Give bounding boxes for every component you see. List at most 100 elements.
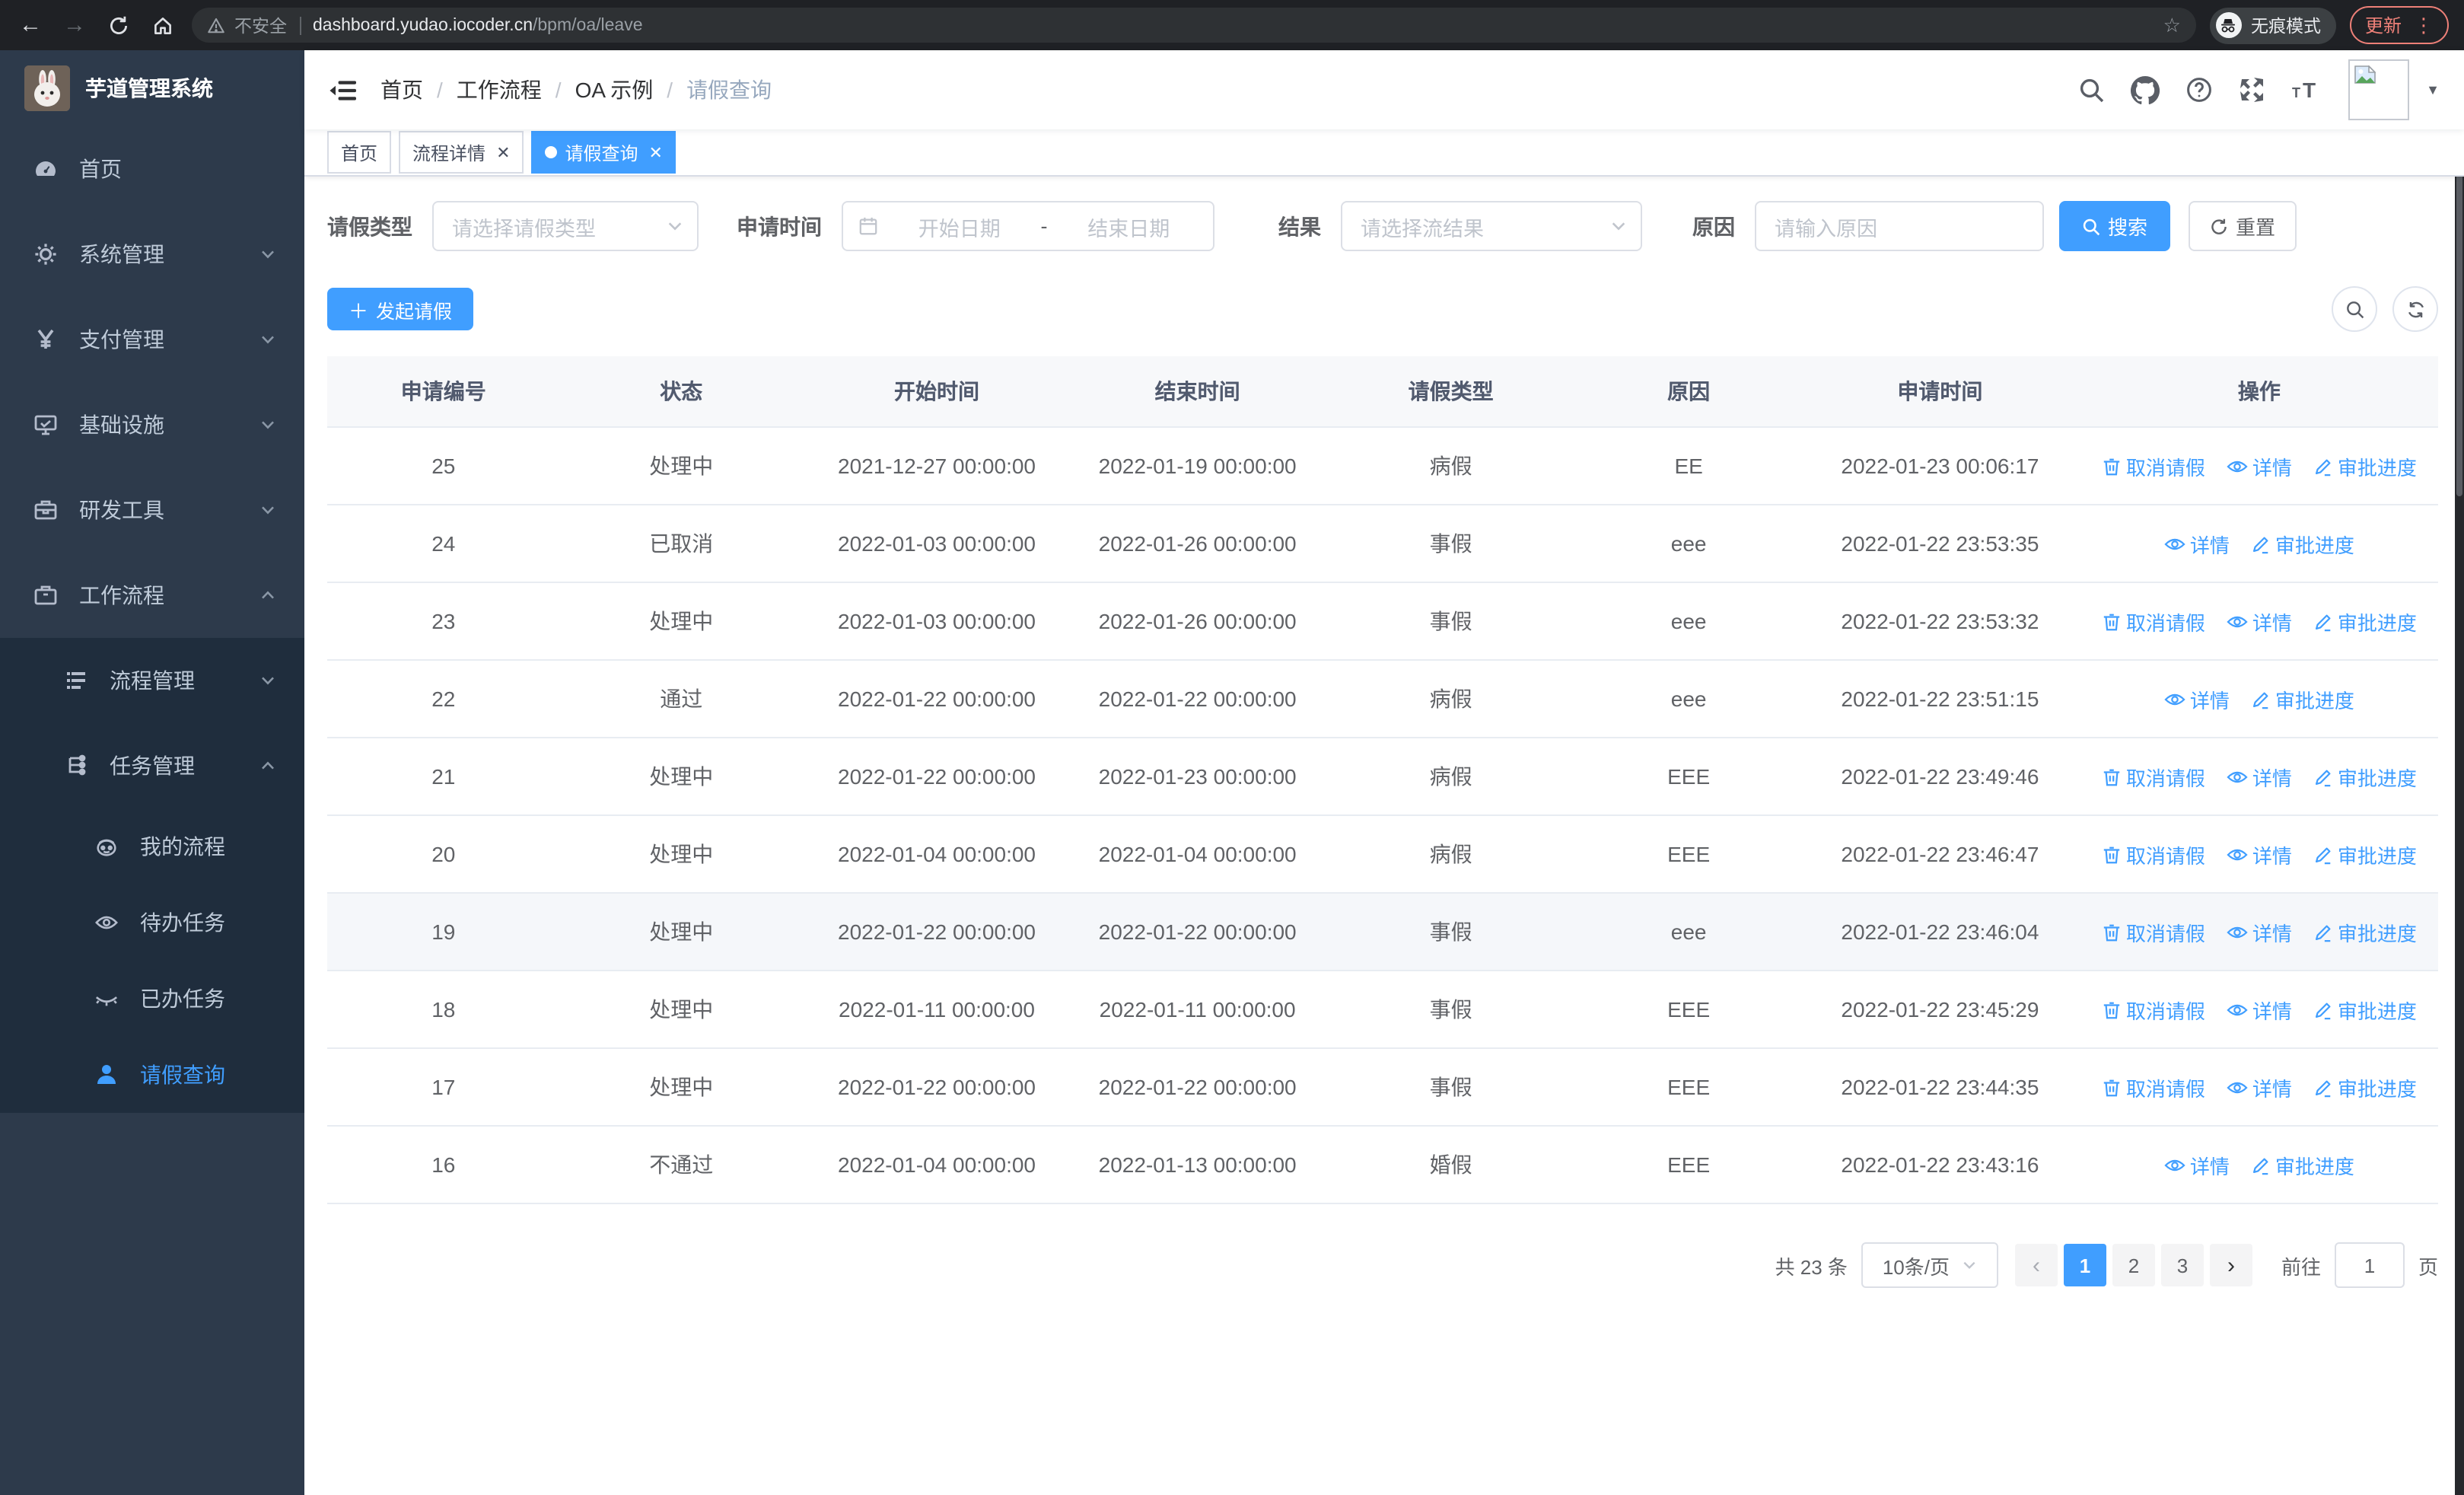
sidebar-item-我的流程[interactable]: 我的流程 <box>0 808 304 885</box>
sidebar-item-请假查询[interactable]: 请假查询 <box>0 1037 304 1113</box>
browser-back-icon[interactable]: ← <box>15 12 46 38</box>
action-cancel-link[interactable]: 取消请假 <box>2102 451 2205 480</box>
page-button-1[interactable]: 1 <box>2063 1244 2106 1286</box>
font-size-icon[interactable]: TT <box>2292 78 2322 102</box>
browser-forward-icon[interactable]: → <box>59 12 90 38</box>
action-progress-link[interactable]: 审批进度 <box>2313 607 2417 636</box>
action-cancel-link[interactable]: 取消请假 <box>2102 840 2205 869</box>
sidebar-item-任务管理[interactable]: 任务管理 <box>0 723 304 808</box>
action-cancel-link[interactable]: 取消请假 <box>2102 995 2205 1024</box>
breadcrumb-item[interactable]: 首页 <box>380 75 423 105</box>
next-page-button[interactable]: › <box>2209 1244 2252 1286</box>
broken-image-icon <box>2354 65 2376 84</box>
search-icon[interactable] <box>2077 76 2105 104</box>
sidebar-item-工作流程[interactable]: 工作流程 <box>0 553 304 638</box>
chevron-up-icon <box>259 586 277 604</box>
sidebar-item-支付管理[interactable]: 支付管理 <box>0 297 304 382</box>
hamburger-icon[interactable] <box>329 78 356 101</box>
action-detail-link[interactable]: 详情 <box>2227 451 2292 480</box>
action-cancel-link[interactable]: 取消请假 <box>2102 917 2205 946</box>
browser-menu-icon[interactable]: ⋮ <box>2414 13 2434 37</box>
action-detail-link[interactable]: 详情 <box>2227 762 2292 791</box>
trash-icon <box>2102 611 2122 631</box>
address-bar[interactable]: 不安全 dashboard.yudao.iocoder.cn/bpm/oa/le… <box>192 8 2196 43</box>
page-button-3[interactable]: 3 <box>2160 1244 2204 1286</box>
sidebar-logo-row[interactable]: 芋道管理系统 <box>0 50 304 126</box>
github-icon[interactable] <box>2131 75 2160 104</box>
action-cancel-link[interactable]: 取消请假 <box>2102 607 2205 636</box>
help-icon[interactable] <box>2185 76 2213 104</box>
browser-update-button[interactable]: 更新 ⋮ <box>2349 6 2449 44</box>
chevron-down-icon <box>259 330 277 349</box>
action-detail-link[interactable]: 详情 <box>2227 995 2292 1024</box>
pagination-jump-input[interactable]: 1 <box>2334 1242 2405 1288</box>
reason-input[interactable]: 请输入原因 <box>1755 201 2044 251</box>
caret-down-icon[interactable]: ▼ <box>2426 82 2440 97</box>
refresh-table-button[interactable] <box>2392 286 2438 332</box>
chevron-down-icon <box>667 218 683 234</box>
action-detail-link[interactable]: 详情 <box>2164 684 2230 713</box>
sidebar-item-流程管理[interactable]: 流程管理 <box>0 638 304 723</box>
show-search-button[interactable] <box>2332 286 2377 332</box>
tag-流程详情[interactable]: 流程详情 ✕ <box>399 131 524 174</box>
edit-icon <box>2313 1077 2333 1097</box>
action-progress-link[interactable]: 审批进度 <box>2251 1150 2354 1179</box>
page-size-select[interactable]: 10条/页 <box>1861 1242 1998 1288</box>
sidebar: 芋道管理系统 首页 系统管理 支付管理 基础设施 研发工具 工作流程 流程管理 任务管理 我的流… <box>0 50 304 1495</box>
action-progress-link[interactable]: 审批进度 <box>2313 762 2417 791</box>
browser-scrollbar[interactable] <box>2455 50 2464 1495</box>
action-cancel-link[interactable]: 取消请假 <box>2102 762 2205 791</box>
reset-button[interactable]: 重置 <box>2189 201 2297 251</box>
page-button-2[interactable]: 2 <box>2112 1244 2155 1286</box>
result-select[interactable]: 请选择流结果 <box>1341 201 1642 251</box>
cell-reason: EEE <box>1577 738 1800 816</box>
avatar[interactable] <box>2348 59 2410 120</box>
cell-id: 22 <box>327 660 560 738</box>
close-icon[interactable]: ✕ <box>496 142 510 162</box>
action-progress-link[interactable]: 审批进度 <box>2313 995 2417 1024</box>
close-icon[interactable]: ✕ <box>649 142 663 162</box>
create-leave-button[interactable]: ＋ 发起请假 <box>327 288 474 330</box>
cell-reason: eee <box>1577 582 1800 661</box>
action-cancel-link[interactable]: 取消请假 <box>2102 1073 2205 1101</box>
action-progress-link[interactable]: 审批进度 <box>2313 451 2417 480</box>
browser-home-icon[interactable] <box>148 14 178 36</box>
action-progress-link[interactable]: 审批进度 <box>2251 529 2354 558</box>
action-detail-link[interactable]: 详情 <box>2227 607 2292 636</box>
action-detail-link[interactable]: 详情 <box>2164 529 2230 558</box>
refresh-icon <box>2210 217 2228 235</box>
bookmark-star-icon[interactable]: ☆ <box>2163 13 2181 37</box>
cell-type: 病假 <box>1324 660 1578 738</box>
tag-请假查询[interactable]: 请假查询 ✕ <box>531 131 676 174</box>
cell-actions: 取消请假 详情 审批进度 <box>2080 893 2438 971</box>
action-detail-link[interactable]: 详情 <box>2227 917 2292 946</box>
action-progress-link[interactable]: 审批进度 <box>2313 917 2417 946</box>
sidebar-item-已办任务[interactable]: 已办任务 <box>0 961 304 1037</box>
browser-reload-icon[interactable] <box>103 14 134 36</box>
leave-type-label: 请假类型 <box>327 214 412 238</box>
action-detail-link[interactable]: 详情 <box>2227 840 2292 869</box>
tag-首页[interactable]: 首页 <box>327 131 392 174</box>
breadcrumb-item[interactable]: OA 示例 <box>575 75 654 105</box>
fullscreen-icon[interactable] <box>2239 76 2266 104</box>
sidebar-item-系统管理[interactable]: 系统管理 <box>0 212 304 297</box>
trash-icon <box>2102 767 2122 786</box>
yen-icon <box>33 327 58 352</box>
search-button[interactable]: 搜索 <box>2059 201 2171 251</box>
action-detail-link[interactable]: 详情 <box>2164 1150 2230 1179</box>
sidebar-item-研发工具[interactable]: 研发工具 <box>0 467 304 553</box>
sidebar-item-待办任务[interactable]: 待办任务 <box>0 885 304 961</box>
action-progress-link[interactable]: 审批进度 <box>2313 1073 2417 1101</box>
cell-start: 2022-01-04 00:00:00 <box>802 815 1071 894</box>
cell-actions: 取消请假 详情 审批进度 <box>2080 582 2438 661</box>
action-progress-link[interactable]: 审批进度 <box>2313 840 2417 869</box>
action-detail-link[interactable]: 详情 <box>2227 1073 2292 1101</box>
breadcrumb-item[interactable]: 工作流程 <box>457 75 542 105</box>
prev-page-button[interactable]: ‹ <box>2014 1244 2058 1286</box>
sidebar-item-首页[interactable]: 首页 <box>0 126 304 212</box>
apply-time-range-picker[interactable]: 开始日期 - 结束日期 <box>842 201 1214 251</box>
leave-type-select[interactable]: 请选择请假类型 <box>432 201 699 251</box>
action-progress-link[interactable]: 审批进度 <box>2251 684 2354 713</box>
sidebar-item-基础设施[interactable]: 基础设施 <box>0 382 304 467</box>
column-header-状态: 状态 <box>559 356 803 428</box>
